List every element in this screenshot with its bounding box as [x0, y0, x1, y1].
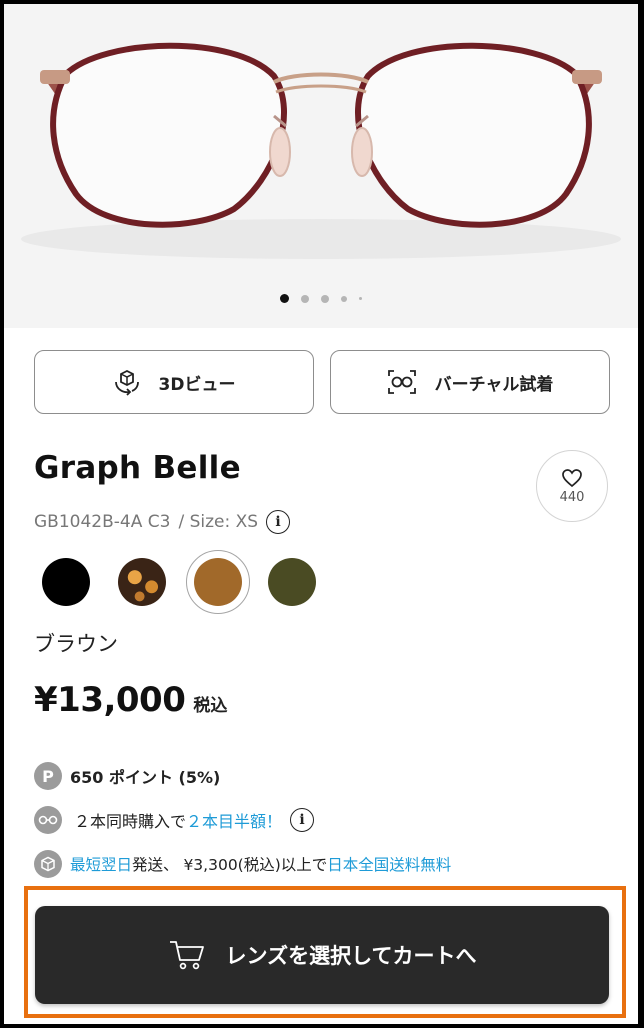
box-icon	[34, 850, 62, 878]
glasses-icon	[34, 806, 62, 834]
3d-rotate-icon	[114, 369, 139, 396]
gallery-dot[interactable]	[321, 294, 329, 303]
color-swatch-black[interactable]	[42, 558, 90, 606]
face-scan-icon	[387, 370, 416, 394]
color-swatch-brown[interactable]	[194, 558, 242, 606]
virtual-try-on-label: バーチャル試着	[434, 374, 554, 395]
favorite-count: 440	[559, 489, 585, 505]
color-swatch-tortoise[interactable]	[118, 558, 166, 606]
heart-icon	[562, 468, 582, 487]
shipping-row: 最短翌日発送、 ¥3,300(税込)以上で日本全国送料無料	[34, 850, 451, 878]
price-value: ¥13,000	[34, 680, 186, 720]
virtual-try-on-button[interactable]: バーチャル試着	[330, 350, 610, 414]
gallery-dots	[4, 294, 638, 303]
gallery-dot[interactable]	[341, 295, 347, 302]
model-number: GB1042B-4A C3	[34, 512, 171, 532]
shipping-text: 発送、 ¥3,300(税込)以上で	[132, 856, 328, 874]
pair-discount-row: ２本同時購入で ２本目半額！ i	[34, 806, 315, 834]
selected-color-name: ブラウン	[34, 632, 118, 656]
pair-discount-text: ２本同時購入で	[74, 812, 187, 831]
gallery-dot[interactable]	[359, 297, 362, 300]
product-image-gallery[interactable]	[4, 4, 638, 328]
pair-info-icon[interactable]: i	[290, 808, 315, 832]
price: ¥13,000 税込	[34, 680, 227, 720]
glasses-image	[21, 42, 621, 259]
3d-view-button[interactable]: 3Dビュー	[34, 350, 314, 414]
size-label: / Size: XS	[178, 512, 259, 532]
3d-view-label: 3Dビュー	[158, 374, 236, 395]
points-row: P 650 ポイント (5%)	[34, 762, 220, 790]
product-title: Graph Belle	[34, 450, 241, 486]
gallery-dot[interactable]	[301, 294, 309, 303]
pair-discount-link[interactable]: ２本目半額！	[186, 808, 282, 832]
model-info: GB1042B-4A C3 / Size: XS i	[34, 510, 291, 534]
favorite-button[interactable]: 440	[536, 450, 608, 522]
size-info-icon[interactable]: i	[266, 510, 291, 534]
select-lens-add-to-cart-button[interactable]: レンズを選択してカートへ	[35, 906, 609, 1004]
gallery-dot-active[interactable]	[280, 294, 289, 303]
product-page: 3Dビュー バーチャル試着 Graph Belle 440 GB1042B-4A…	[4, 4, 638, 1024]
next-day-link[interactable]: 最短翌日	[70, 856, 132, 874]
points-icon: P	[34, 762, 62, 790]
free-shipping-link[interactable]: 日本全国送料無料	[327, 856, 451, 874]
cart-icon	[169, 941, 204, 970]
color-swatch-selected-ring[interactable]	[186, 550, 250, 614]
points-amount: 650 ポイント (5%)	[70, 768, 221, 787]
color-swatch-olive[interactable]	[268, 558, 316, 606]
cta-label: レンズを選択してカートへ	[225, 944, 477, 968]
tax-label: 税込	[193, 696, 228, 716]
